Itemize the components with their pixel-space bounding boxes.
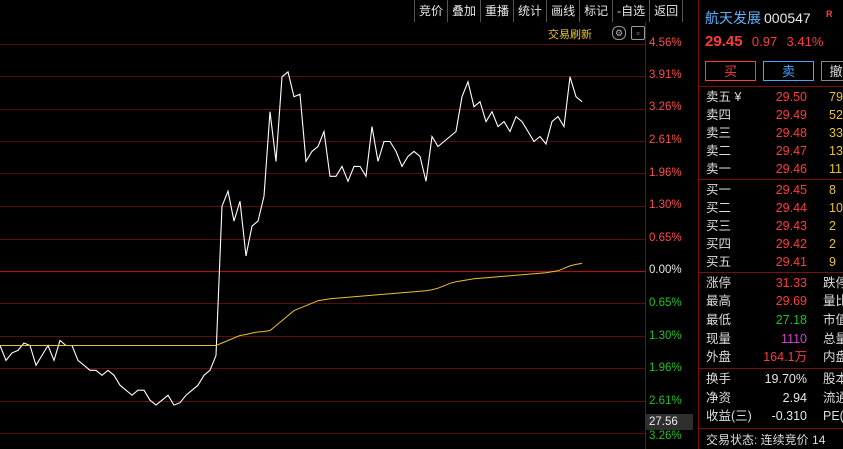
toolbar-stats-button[interactable]: 统计 xyxy=(514,0,548,22)
axis-label: 1.30% xyxy=(649,330,682,342)
stat-value: 164.1万 xyxy=(763,350,807,364)
bid-row[interactable]: 买一 29.45 8 xyxy=(699,181,843,199)
toolbar-replay-button[interactable]: 重播 xyxy=(481,0,515,22)
stock-title[interactable]: 航天发展 000547 xyxy=(705,8,811,28)
axis-label: 1.96% xyxy=(649,362,682,374)
chart-canvas[interactable] xyxy=(0,0,698,449)
margin-badge: R xyxy=(826,9,833,19)
axis-label: 1.30% xyxy=(649,199,682,211)
window-icon[interactable]: ▫ xyxy=(631,26,645,40)
divider xyxy=(699,179,843,180)
axis-label: 1.96% xyxy=(649,167,682,179)
bid-row[interactable]: 买三 29.43 2 xyxy=(699,217,843,235)
average-price-line xyxy=(0,262,583,346)
ask-row[interactable]: 卖二 29.47 13 xyxy=(699,142,843,160)
sell-button[interactable]: 卖 xyxy=(763,61,814,81)
bid-row[interactable]: 买四 29.42 2 xyxy=(699,235,843,253)
bid-row[interactable]: 买五 29.41 9 xyxy=(699,253,843,271)
axis-label: 3.91% xyxy=(649,69,682,81)
stat-value: 31.33 xyxy=(775,276,807,290)
divider xyxy=(699,428,843,429)
axis-label: 2.61% xyxy=(649,395,682,407)
stat-row: 净资 2.94 流通 xyxy=(706,391,843,405)
trade-status: 交易状态: 连续竞价 14 xyxy=(706,431,825,449)
ask-row[interactable]: 卖一 29.46 11 xyxy=(699,160,843,178)
stat-value: 2.94 xyxy=(782,391,807,405)
ask-row[interactable]: 卖五 ¥29.50 79 xyxy=(699,88,843,106)
stat-value: 1110 xyxy=(781,332,807,346)
axis-label: 2.61% xyxy=(649,134,682,146)
axis-label: 3.26% xyxy=(649,430,682,442)
current-price: 29.45 xyxy=(705,33,743,50)
toolbar-bidding-button[interactable]: 竞价 xyxy=(414,0,449,22)
stat-value: 27.18 xyxy=(775,313,807,327)
bid-row[interactable]: 买二 29.44 10 xyxy=(699,199,843,217)
cursor-price-tag: 27.56 xyxy=(646,414,693,430)
stat-row: 涨停 31.33 跌停 xyxy=(706,276,843,290)
stat-value: 19.70% xyxy=(764,372,807,386)
axis-label: 0.65% xyxy=(649,297,682,309)
intraday-chart[interactable]: 竞价 叠加 重播 统计 画线 标记 -自选 返回 交易刷新 ⚙ ▫ 4.56% … xyxy=(0,0,698,449)
stat-row: 外盘 164.1万 内盘 xyxy=(706,350,843,364)
price-row: 29.45 0.97 3.41% xyxy=(705,33,823,50)
stock-code: 000547 xyxy=(764,10,811,26)
axis-label: 0.00% xyxy=(649,264,682,276)
divider xyxy=(699,368,843,369)
price-change: 0.97 xyxy=(751,34,778,49)
trade-status-value: 14 xyxy=(812,433,826,447)
toolbar-back-button[interactable]: 返回 xyxy=(650,0,684,22)
stat-value: -0.310 xyxy=(771,409,807,423)
trade-status-text: 交易状态: 连续竞价 xyxy=(706,433,809,447)
stat-row: 换手 19.70% 股本 xyxy=(706,372,843,386)
stat-row: 最高 29.69 量比 xyxy=(706,294,843,308)
toolbar-mark-button[interactable]: 标记 xyxy=(580,0,614,22)
axis-label: 4.56% xyxy=(649,37,682,49)
stat-row: 收益(三)-0.310PE(动 xyxy=(706,409,843,423)
price-line xyxy=(0,70,583,406)
chart-toolbar: 竞价 叠加 重播 统计 画线 标记 -自选 返回 xyxy=(414,0,684,22)
ask-row[interactable]: 卖三 29.48 33 xyxy=(699,124,843,142)
divider xyxy=(699,86,843,87)
price-change-pct: 3.41% xyxy=(786,34,824,49)
trade-refresh-label[interactable]: 交易刷新 xyxy=(548,26,592,42)
buy-button[interactable]: 买 xyxy=(705,61,756,81)
ask-row[interactable]: 卖四 29.49 52 xyxy=(699,106,843,124)
axis-label: 0.65% xyxy=(649,232,682,244)
stat-row: 最低 27.18 市值 xyxy=(706,313,843,327)
toolbar-overlay-button[interactable]: 叠加 xyxy=(448,0,482,22)
stat-row: 现量 1110 总量 xyxy=(706,332,843,346)
quote-panel: 航天发展 000547 R 29.45 0.97 3.41% 买 卖 撤 卖五 ¥… xyxy=(698,0,843,449)
toolbar-draw-button[interactable]: 画线 xyxy=(547,0,581,22)
settings-icon[interactable]: ⚙ xyxy=(612,26,626,40)
stock-name: 航天发展 xyxy=(705,10,761,26)
cancel-order-button[interactable]: 撤 xyxy=(821,61,843,81)
stat-value: 29.69 xyxy=(775,294,807,308)
toolbar-remove-watchlist-button[interactable]: -自选 xyxy=(613,0,651,22)
divider xyxy=(699,272,843,273)
axis-label: 3.26% xyxy=(649,101,682,113)
